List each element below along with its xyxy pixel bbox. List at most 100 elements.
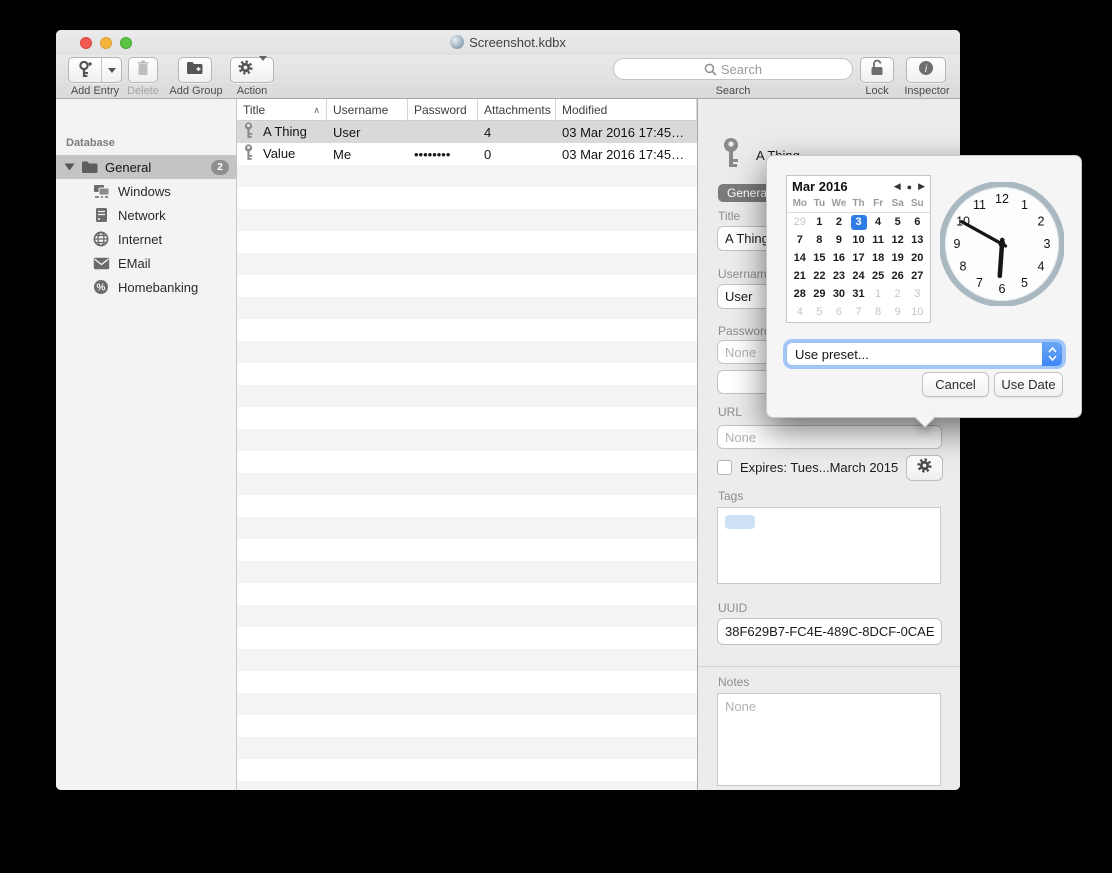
weekday-label: Su xyxy=(907,197,927,212)
calendar-day[interactable]: 23 xyxy=(829,267,849,285)
calendar-day[interactable]: 13 xyxy=(907,231,927,249)
delete-button[interactable] xyxy=(128,57,158,83)
tag-token[interactable] xyxy=(725,515,755,529)
sidebar-item-general[interactable]: General 2 xyxy=(56,155,237,179)
calendar-today-icon[interactable]: ● xyxy=(907,182,912,192)
dropdown-stepper-icon[interactable] xyxy=(1042,342,1062,366)
add-entry-dropdown-arrow[interactable] xyxy=(102,68,121,73)
calendar-day[interactable]: 15 xyxy=(810,249,830,267)
calendar-next-icon[interactable]: ▶ xyxy=(918,181,925,192)
column-header-attachments[interactable]: Attachments xyxy=(478,99,556,121)
inspector-button[interactable]: i xyxy=(906,57,946,83)
expires-checkbox[interactable] xyxy=(717,460,732,475)
calendar-day[interactable]: 29 xyxy=(790,213,810,231)
calendar-day[interactable]: 2 xyxy=(829,213,849,231)
server-icon xyxy=(92,207,110,223)
calendar-day[interactable]: 16 xyxy=(829,249,849,267)
sidebar-item-email[interactable]: EMail xyxy=(56,251,237,275)
calendar-day[interactable]: 1 xyxy=(868,285,888,303)
lock-button[interactable] xyxy=(860,57,894,83)
analog-clock[interactable]: 123456789101112 xyxy=(940,182,1064,306)
chevron-down-icon xyxy=(259,61,267,79)
calendar-day[interactable]: 27 xyxy=(907,267,927,285)
column-header-password[interactable]: Password xyxy=(408,99,478,121)
use-date-button[interactable]: Use Date xyxy=(994,372,1063,397)
disclosure-triangle-icon[interactable] xyxy=(65,164,75,171)
weekday-label: Th xyxy=(849,197,869,212)
sidebar-item-network[interactable]: Network xyxy=(56,203,237,227)
calendar-day[interactable]: 7 xyxy=(790,231,810,249)
calendar-day[interactable]: 17 xyxy=(849,249,869,267)
action-button[interactable] xyxy=(230,57,274,83)
gear-icon xyxy=(237,59,254,81)
globe-icon xyxy=(92,231,110,247)
calendar-day[interactable]: 5 xyxy=(888,213,908,231)
calendar-day[interactable]: 7 xyxy=(849,303,869,321)
calendar-day[interactable]: 21 xyxy=(790,267,810,285)
add-group-button[interactable] xyxy=(178,57,212,83)
calendar-day[interactable]: 8 xyxy=(868,303,888,321)
search-group-label: Search xyxy=(613,85,853,97)
sidebar-item-label: Windows xyxy=(118,184,171,199)
calendar-day-selected[interactable]: 3 xyxy=(849,213,869,231)
sidebar-item-windows[interactable]: Windows xyxy=(56,179,237,203)
column-header-username[interactable]: Username xyxy=(327,99,408,121)
inspector-label: Inspector xyxy=(899,85,955,97)
add-group-label: Add Group xyxy=(166,85,226,97)
entries-table[interactable]: Title∧UsernamePasswordAttachments Modifie… xyxy=(237,99,697,790)
column-header-modified[interactable]: Modified xyxy=(556,99,697,121)
cancel-button[interactable]: Cancel xyxy=(922,372,989,397)
calendar-day[interactable]: 2 xyxy=(888,285,908,303)
calendar-day[interactable]: 1 xyxy=(810,213,830,231)
calendar-day[interactable]: 28 xyxy=(790,285,810,303)
calendar-day[interactable]: 24 xyxy=(849,267,869,285)
calendar-day[interactable]: 9 xyxy=(888,303,908,321)
calendar-day[interactable]: 9 xyxy=(829,231,849,249)
calendar[interactable]: Mar 2016 ◀ ● ▶ MoTuWeThFrSaSu 2912345678… xyxy=(786,175,931,323)
add-entry-button[interactable] xyxy=(68,57,122,83)
title-field-label: Title xyxy=(718,209,740,223)
table-row[interactable]: ValueMe••••••••003 Mar 2016 17:45… xyxy=(237,143,697,165)
expiry-date-picker-button[interactable] xyxy=(906,455,943,481)
calendar-day[interactable]: 29 xyxy=(810,285,830,303)
calendar-day[interactable]: 18 xyxy=(868,249,888,267)
notes-field[interactable]: None xyxy=(717,693,941,786)
calendar-day[interactable]: 6 xyxy=(907,213,927,231)
search-input[interactable]: Search xyxy=(613,58,853,80)
calendar-day[interactable]: 30 xyxy=(829,285,849,303)
expires-label: Expires: Tues...March 2015 xyxy=(740,460,898,475)
weekday-label: Tu xyxy=(810,197,830,212)
calendar-day[interactable]: 20 xyxy=(907,249,927,267)
calendar-day[interactable]: 8 xyxy=(810,231,830,249)
calendar-day[interactable]: 31 xyxy=(849,285,869,303)
cell-username: User xyxy=(327,125,408,140)
calendar-day[interactable]: 26 xyxy=(888,267,908,285)
calendar-day[interactable]: 6 xyxy=(829,303,849,321)
calendar-day[interactable]: 10 xyxy=(907,303,927,321)
sidebar: Database General 2 WindowsNetworkInterne… xyxy=(56,99,237,790)
calendar-day[interactable]: 19 xyxy=(888,249,908,267)
calendar-prev-icon[interactable]: ◀ xyxy=(894,181,901,192)
preset-dropdown[interactable]: Use preset... xyxy=(786,342,1063,366)
table-row[interactable]: A ThingUser403 Mar 2016 17:45… xyxy=(237,121,697,143)
calendar-day[interactable]: 11 xyxy=(868,231,888,249)
weekday-label: We xyxy=(829,197,849,212)
cell-modified: 03 Mar 2016 17:45… xyxy=(556,147,697,162)
column-header-title[interactable]: Title∧ xyxy=(237,99,327,121)
calendar-day[interactable]: 3 xyxy=(907,285,927,303)
calendar-day[interactable]: 10 xyxy=(849,231,869,249)
url-field[interactable]: None xyxy=(717,425,942,449)
calendar-day[interactable]: 5 xyxy=(810,303,830,321)
calendar-day[interactable]: 14 xyxy=(790,249,810,267)
sidebar-item-internet[interactable]: Internet xyxy=(56,227,237,251)
table-header[interactable]: Title∧UsernamePasswordAttachments Modifie… xyxy=(237,99,697,121)
tags-field[interactable] xyxy=(717,507,941,584)
calendar-day[interactable]: 25 xyxy=(868,267,888,285)
column-header-label: Modified xyxy=(562,103,607,117)
calendar-day[interactable]: 22 xyxy=(810,267,830,285)
calendar-day[interactable]: 4 xyxy=(868,213,888,231)
sidebar-item-homebanking[interactable]: %Homebanking xyxy=(56,275,237,299)
calendar-day[interactable]: 4 xyxy=(790,303,810,321)
uuid-field[interactable]: 38F629B7-FC4E-489C-8DCF-0CAE xyxy=(717,618,942,645)
calendar-day[interactable]: 12 xyxy=(888,231,908,249)
